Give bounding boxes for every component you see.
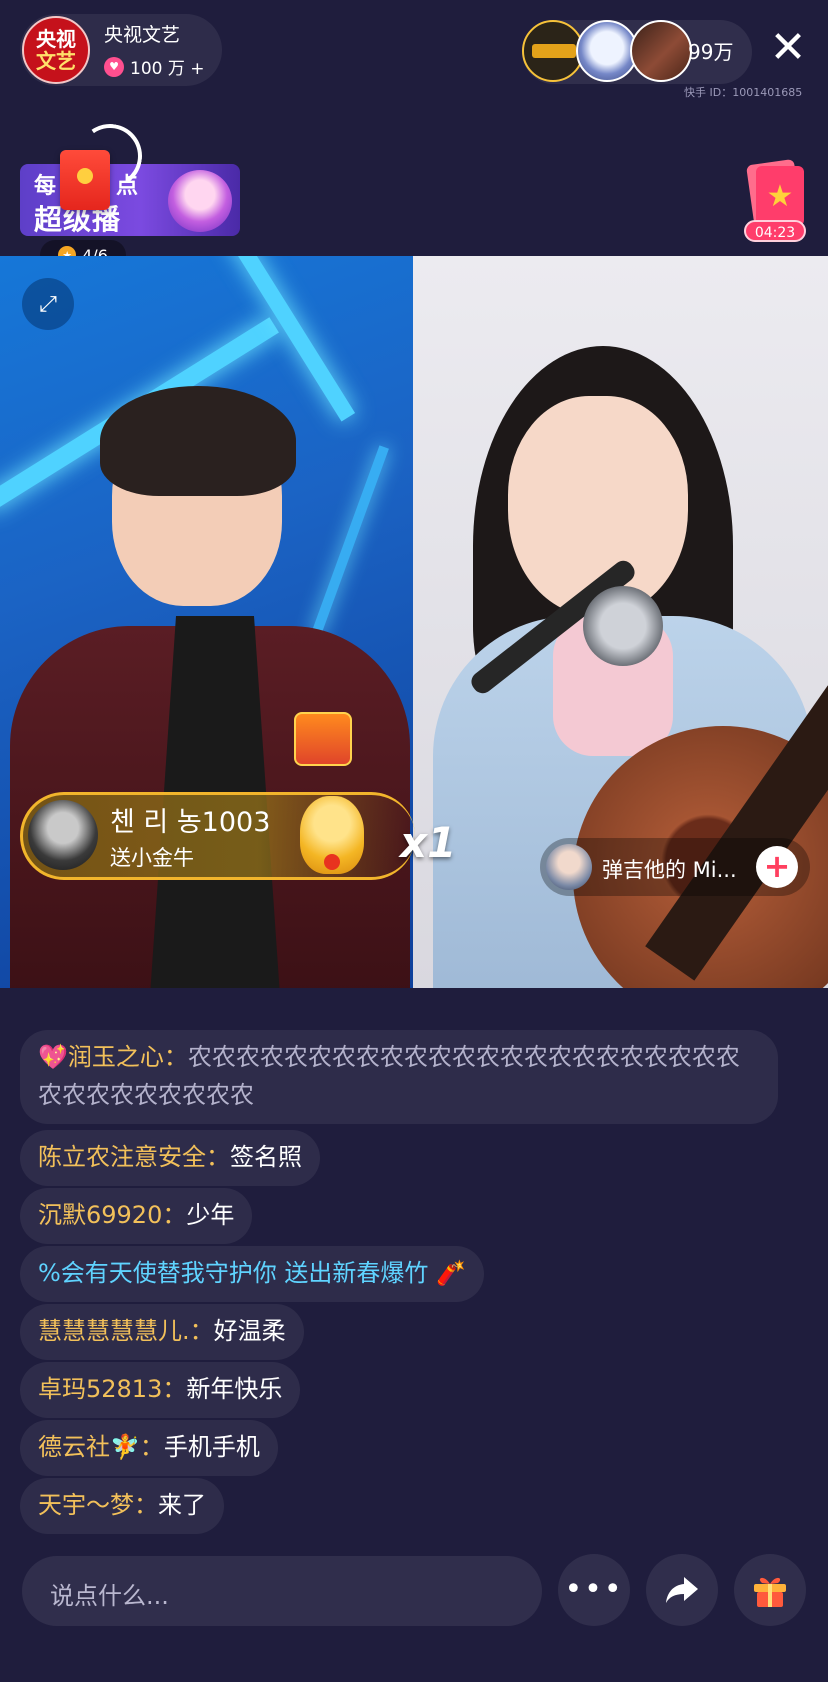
comment-placeholder: 说点什么... — [50, 1582, 169, 1610]
more-icon: ••• — [564, 1572, 624, 1607]
cohost-name[interactable]: 弹吉他的 Mi... — [602, 854, 737, 884]
chat-message[interactable]: 德云社🧚：手机手机 — [20, 1420, 278, 1476]
host-avatar-line2: 文艺 — [36, 49, 76, 73]
system-message-text: %会有天使替我守护你 送出新春爆竹 🧨 — [38, 1259, 466, 1287]
viewer-avatar[interactable] — [576, 20, 638, 82]
chat-nickname[interactable]: 卓玛52813： — [38, 1375, 186, 1403]
chat-nickname[interactable]: 沉默69920： — [38, 1201, 186, 1229]
share-icon — [666, 1577, 698, 1603]
heart-icon: ♥ — [104, 56, 124, 77]
chat-text: 新年快乐 — [186, 1375, 283, 1403]
close-icon[interactable]: ✕ — [768, 26, 808, 70]
gift-sender-name: 첸 리 농1003 — [110, 807, 271, 838]
chat-text: 来了 — [158, 1491, 206, 1519]
host-name: 央视文艺 — [104, 24, 181, 46]
share-button[interactable] — [646, 1554, 718, 1626]
chat-nickname[interactable]: 💖润玉之心： — [38, 1043, 188, 1071]
viewer-count[interactable]: 99万 — [688, 36, 733, 65]
star-icon: ★ — [756, 166, 804, 226]
chat-text: 好温柔 — [213, 1317, 286, 1345]
spring-gala-badge — [294, 712, 352, 766]
chat-message[interactable]: 天宇～梦：来了 — [20, 1478, 224, 1534]
red-packet-icon[interactable] — [60, 150, 110, 210]
host-avatar-line1: 央视 — [36, 27, 76, 51]
kuaishou-id: 快手 ID：1001401685 — [684, 86, 803, 99]
chat-message[interactable]: 卓玛52813：新年快乐 — [20, 1362, 301, 1418]
gift-icon — [754, 1577, 786, 1607]
system-gift-message[interactable]: %会有天使替我守护你 送出新春爆竹 🧨 — [20, 1246, 484, 1302]
likes-count: ♥ 100 万 + — [104, 54, 205, 79]
chat-nickname[interactable]: 天宇～梦： — [38, 1491, 158, 1519]
more-button[interactable]: ••• — [558, 1554, 630, 1626]
follow-cohost-button[interactable]: + — [756, 846, 798, 888]
chat-message[interactable]: 慧慧慧慧慧儿.：好温柔 — [20, 1304, 304, 1360]
gift-button[interactable] — [734, 1554, 806, 1626]
stage-light — [311, 445, 389, 637]
cohost-avatar[interactable] — [546, 844, 592, 890]
gift-description: 送小金牛 — [110, 846, 194, 870]
gift-count: x1 — [400, 818, 457, 867]
banner-top-prefix: 每 — [34, 174, 57, 199]
chat-text: 少年 — [186, 1201, 235, 1229]
chat-message[interactable]: 陈立农注意安全：签名照 — [20, 1130, 320, 1186]
golden-ox-gift-icon — [300, 796, 364, 874]
likes-value: 100 万 + — [130, 59, 205, 79]
chat-nickname[interactable]: 德云社🧚： — [38, 1433, 164, 1461]
chat-nickname[interactable]: 陈立农注意安全： — [38, 1143, 230, 1171]
chat-nickname[interactable]: 慧慧慧慧慧儿.： — [38, 1317, 214, 1345]
host-avatar[interactable]: 央视 文艺 — [22, 16, 90, 84]
gift-sender-avatar[interactable] — [28, 800, 98, 870]
microphone — [583, 586, 663, 666]
chat-text: 手机手机 — [163, 1433, 260, 1461]
chat-message[interactable]: 沉默69920：少年 — [20, 1188, 253, 1244]
star-card-timer[interactable]: ★ 04:23 — [744, 158, 806, 242]
viewer-avatar[interactable] — [630, 20, 692, 82]
chat-message[interactable]: 💖润玉之心：农农农农农农农农农农农农农农农农农农农农农农农农农农农农农农农农 — [20, 1030, 778, 1124]
chat-text: 签名照 — [230, 1143, 302, 1171]
timer-label: 04:23 — [744, 220, 806, 242]
ox-mascot-icon — [168, 170, 232, 232]
expand-icon[interactable]: ⤢ — [22, 278, 74, 330]
viewer-avatar[interactable] — [522, 20, 584, 82]
host-figure-hair — [100, 386, 296, 496]
